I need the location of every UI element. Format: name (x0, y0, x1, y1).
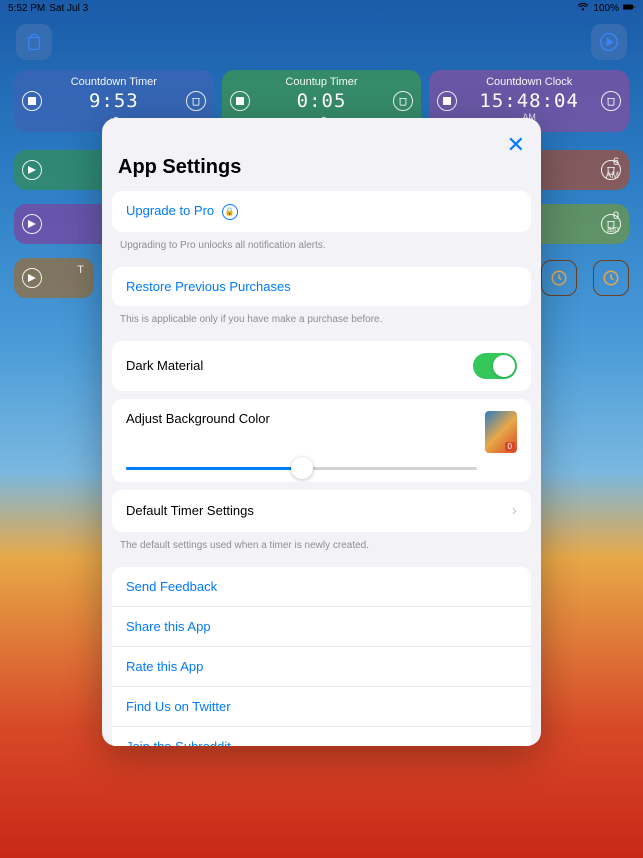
timer-card[interactable]: T (14, 258, 94, 298)
dark-material-row[interactable]: Dark Material (112, 341, 531, 391)
timer-title: Countdown Clock (439, 76, 619, 88)
status-time: 5:52 PM (8, 3, 45, 14)
battery-pct: 100% (593, 3, 619, 14)
trash-icon[interactable] (601, 160, 621, 180)
upgrade-note: Upgrading to Pro unlocks all notificatio… (102, 236, 541, 259)
play-icon[interactable] (22, 268, 42, 288)
stop-icon[interactable] (230, 91, 250, 111)
settings-modal: App Settings ✕ Upgrade to Pro 🔒 Upgradin… (102, 118, 541, 746)
default-timer-row[interactable]: Default Timer Settings › (112, 490, 531, 532)
status-date: Sat Jul 3 (49, 3, 88, 14)
restore-purchases-row[interactable]: Restore Previous Purchases (112, 267, 531, 306)
battery-icon (623, 2, 635, 15)
subreddit-row[interactable]: Join the Subreddit (112, 727, 531, 746)
rate-app-row[interactable]: Rate this App (112, 647, 531, 687)
restore-label: Restore Previous Purchases (126, 279, 291, 294)
chevron-right-icon: › (512, 502, 517, 520)
wifi-icon (577, 2, 589, 15)
play-icon[interactable] (22, 214, 42, 234)
lock-icon: 🔒 (222, 204, 238, 220)
trash-icon[interactable] (393, 91, 413, 111)
bg-slider[interactable] (126, 467, 477, 470)
timer-time: 0:05 (232, 90, 412, 112)
timer-title: Countdown Timer (24, 76, 204, 88)
modal-title: App Settings (118, 156, 241, 179)
restore-note: This is applicable only if you have make… (102, 310, 541, 333)
timer-time: 9:53 (24, 90, 204, 112)
twitter-row[interactable]: Find Us on Twitter (112, 687, 531, 727)
upgrade-pro-row[interactable]: Upgrade to Pro 🔒 (112, 191, 531, 232)
clock-button[interactable] (593, 260, 629, 296)
timer-time: 15:48:04 (439, 90, 619, 112)
dark-material-label: Dark Material (126, 358, 203, 373)
trash-icon[interactable] (601, 91, 621, 111)
trash-icon[interactable] (601, 214, 621, 234)
play-icon[interactable] (22, 160, 42, 180)
trash-button[interactable] (16, 24, 52, 60)
share-app-row[interactable]: Share this App (112, 607, 531, 647)
trash-icon[interactable] (186, 91, 206, 111)
default-timer-label: Default Timer Settings (126, 503, 254, 518)
close-button[interactable]: ✕ (507, 132, 525, 158)
bg-preview-thumb[interactable] (485, 411, 517, 453)
clock-button[interactable] (541, 260, 577, 296)
play-circle-button[interactable] (591, 24, 627, 60)
stop-icon[interactable] (22, 91, 42, 111)
adjust-bg-label: Adjust Background Color (126, 411, 270, 426)
adjust-bg-row: Adjust Background Color (112, 399, 531, 482)
stop-icon[interactable] (437, 91, 457, 111)
send-feedback-row[interactable]: Send Feedback (112, 567, 531, 607)
dark-material-toggle[interactable] (473, 353, 517, 379)
slider-thumb[interactable] (291, 457, 313, 479)
default-note: The default settings used when a timer i… (102, 536, 541, 559)
upgrade-label: Upgrade to Pro (126, 203, 214, 218)
timer-title: Countup Timer (232, 76, 412, 88)
status-bar: 5:52 PM Sat Jul 3 100% (0, 0, 643, 16)
